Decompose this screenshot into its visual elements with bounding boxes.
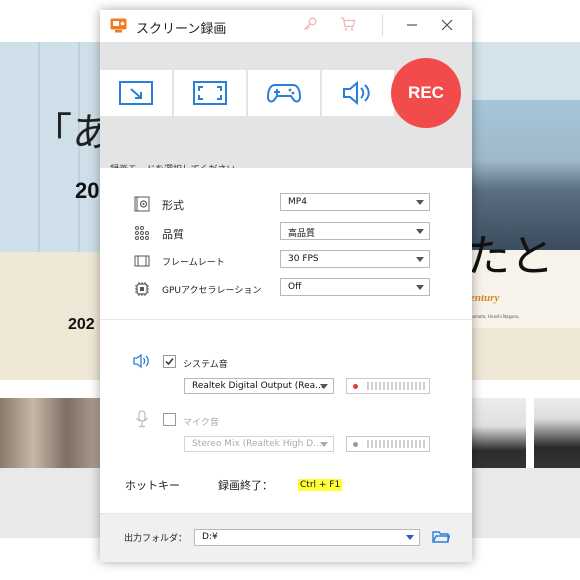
- gpu-label: GPUアクセラレーション: [162, 286, 262, 296]
- stop-recording-label: 録画終了：: [218, 479, 273, 492]
- game-capture-button[interactable]: [248, 70, 320, 116]
- titlebar-divider: [382, 14, 383, 36]
- hotkey-section: ホットキー 録画終了： Ctrl + F1: [100, 460, 472, 514]
- output-folder-bar: 出力フォルダ： D:¥: [100, 514, 472, 562]
- quality-label: 品質: [162, 228, 184, 241]
- background-thumbnail: [470, 398, 526, 468]
- rec-button[interactable]: REC: [391, 58, 461, 128]
- screen-recorder-icon: [110, 18, 127, 33]
- system-audio-level-meter: [346, 378, 430, 394]
- background-thumbnail: [0, 398, 100, 468]
- region-select-icon: [119, 81, 153, 105]
- fullscreen-icon: [193, 81, 227, 105]
- system-audio-device: Realtek Digital Output (Rea...: [192, 381, 324, 391]
- fullscreen-capture-button[interactable]: [174, 70, 246, 116]
- recording-settings: 形式 MP4 品質 高品質 フレームレート 30 FPS GPUアクセラレーショ…: [100, 168, 472, 320]
- gpu-dropdown[interactable]: Off: [280, 278, 430, 296]
- chevron-down-icon: [416, 229, 424, 234]
- gpu-chip-icon: [135, 282, 149, 296]
- quality-value: 高品質: [288, 229, 316, 239]
- mic-level-meter: [346, 436, 430, 452]
- close-icon[interactable]: [440, 18, 454, 32]
- hotkey-label: ホットキー: [125, 479, 180, 492]
- level-bars: [367, 382, 425, 390]
- framerate-row: フレームレート 30 FPS: [100, 250, 472, 272]
- check-icon: [165, 358, 174, 366]
- framerate-value: 30 FPS: [288, 254, 319, 264]
- output-folder-path: D:¥: [202, 532, 218, 542]
- chevron-down-icon: [320, 442, 328, 447]
- gamepad-icon: [266, 84, 302, 103]
- background-year-1: 20: [75, 178, 100, 203]
- mic-audio-checkbox[interactable]: [163, 413, 176, 426]
- system-audio-checkbox[interactable]: [163, 355, 176, 368]
- framerate-label: フレームレート: [162, 258, 225, 268]
- microphone-icon: [136, 410, 148, 428]
- mic-device: Stereo Mix (Realtek High D...: [192, 439, 322, 449]
- format-gear-icon: [134, 196, 150, 212]
- region-capture-button[interactable]: [100, 70, 172, 116]
- level-indicator-dot: [353, 384, 358, 389]
- output-folder-dropdown[interactable]: D:¥: [194, 529, 420, 546]
- chevron-down-icon: [416, 257, 424, 262]
- gpu-row: GPUアクセラレーション Off: [100, 278, 472, 300]
- background-century-text: entury: [470, 292, 500, 304]
- format-row: 形式 MP4: [100, 193, 472, 215]
- audio-settings: システム音 Realtek Digital Output (Rea... マイク…: [100, 320, 472, 460]
- speaker-icon: [343, 80, 370, 106]
- film-icon: [134, 255, 150, 267]
- level-bars: [367, 440, 425, 448]
- system-audio-device-dropdown[interactable]: Realtek Digital Output (Rea...: [184, 378, 334, 394]
- format-value: MP4: [288, 197, 307, 207]
- window-title: スクリーン録画: [136, 22, 227, 37]
- chevron-down-icon: [406, 535, 414, 540]
- chevron-down-icon: [416, 200, 424, 205]
- stop-recording-hotkey[interactable]: Ctrl + F1: [298, 479, 343, 491]
- folder-icon[interactable]: [432, 529, 450, 545]
- quality-dots-icon: [135, 226, 149, 240]
- system-audio-label: システム音: [183, 360, 228, 370]
- format-dropdown[interactable]: MP4: [280, 193, 430, 211]
- cart-icon[interactable]: [340, 16, 356, 32]
- chevron-down-icon: [416, 285, 424, 290]
- mic-audio-label: マイク音: [183, 418, 219, 428]
- background-year-2: 202: [68, 316, 95, 333]
- background-credit-text: namoto, Hiroshi Nagano,: [470, 314, 520, 319]
- mode-bar: REC 録画モードを選択してください。: [100, 42, 472, 195]
- quality-dropdown[interactable]: 高品質: [280, 222, 430, 240]
- quality-row: 品質 高品質: [100, 222, 472, 244]
- background-thumbnail: [534, 398, 580, 468]
- minimize-icon[interactable]: [405, 18, 419, 32]
- level-indicator-dot: [353, 442, 358, 447]
- format-label: 形式: [162, 199, 184, 212]
- title-bar[interactable]: スクリーン録画: [100, 10, 472, 42]
- key-icon[interactable]: [302, 16, 318, 32]
- background-kana-text: たと: [466, 231, 554, 282]
- gpu-value: Off: [288, 282, 302, 292]
- chevron-down-icon: [320, 384, 328, 389]
- recorder-window: スクリーン録画 REC 形式 MP4 品質 高品質 フレームレート 30 FPS…: [100, 10, 472, 562]
- speaker-icon: [133, 353, 149, 369]
- audio-only-button[interactable]: [322, 70, 394, 116]
- framerate-dropdown[interactable]: 30 FPS: [280, 250, 430, 268]
- mic-device-dropdown[interactable]: Stereo Mix (Realtek High D...: [184, 436, 334, 452]
- output-folder-label: 出力フォルダ：: [124, 534, 188, 544]
